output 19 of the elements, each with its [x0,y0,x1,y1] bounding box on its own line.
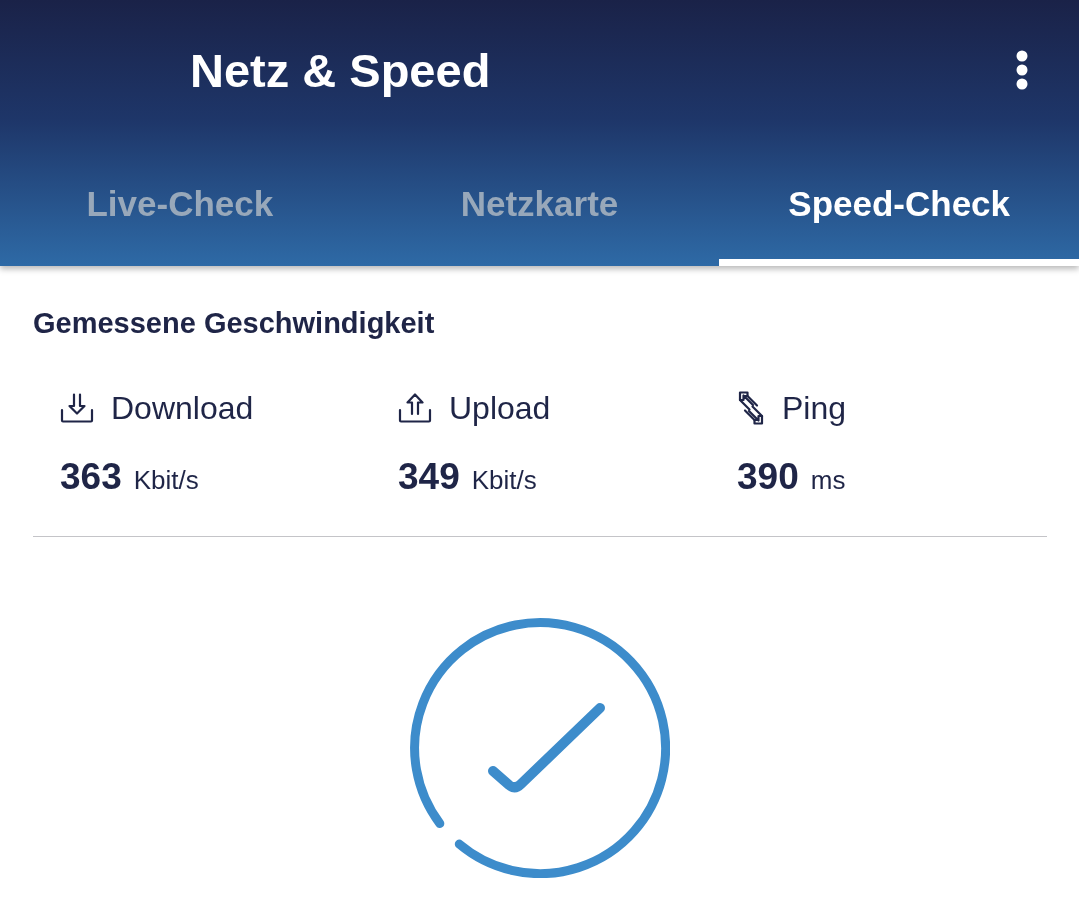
arrows-icon [737,391,765,425]
check-circle-icon [409,618,670,878]
metric-value: 390 [737,455,799,499]
metric-unit: Kbit/s [471,464,537,497]
more-menu-icon[interactable] [1015,50,1029,90]
metric-label: Ping [782,389,847,427]
metric-label: Upload [449,389,551,427]
tab[interactable]: Netzkarte [359,140,720,266]
upload-icon [398,393,432,423]
metric-value: 363 [60,455,122,499]
section-title: Gemessene Geschwindigkeit [33,306,436,341]
app-title: Netz & Speed [190,42,491,98]
metric-unit: Kbit/s [133,464,199,497]
download-icon [60,393,94,423]
tab[interactable]: Live-Check [0,140,360,266]
metric-value: 349 [398,455,460,499]
metric-unit: ms [810,464,846,497]
tab[interactable]: Speed-Check [719,140,1079,266]
metric-label: Download [111,389,254,427]
